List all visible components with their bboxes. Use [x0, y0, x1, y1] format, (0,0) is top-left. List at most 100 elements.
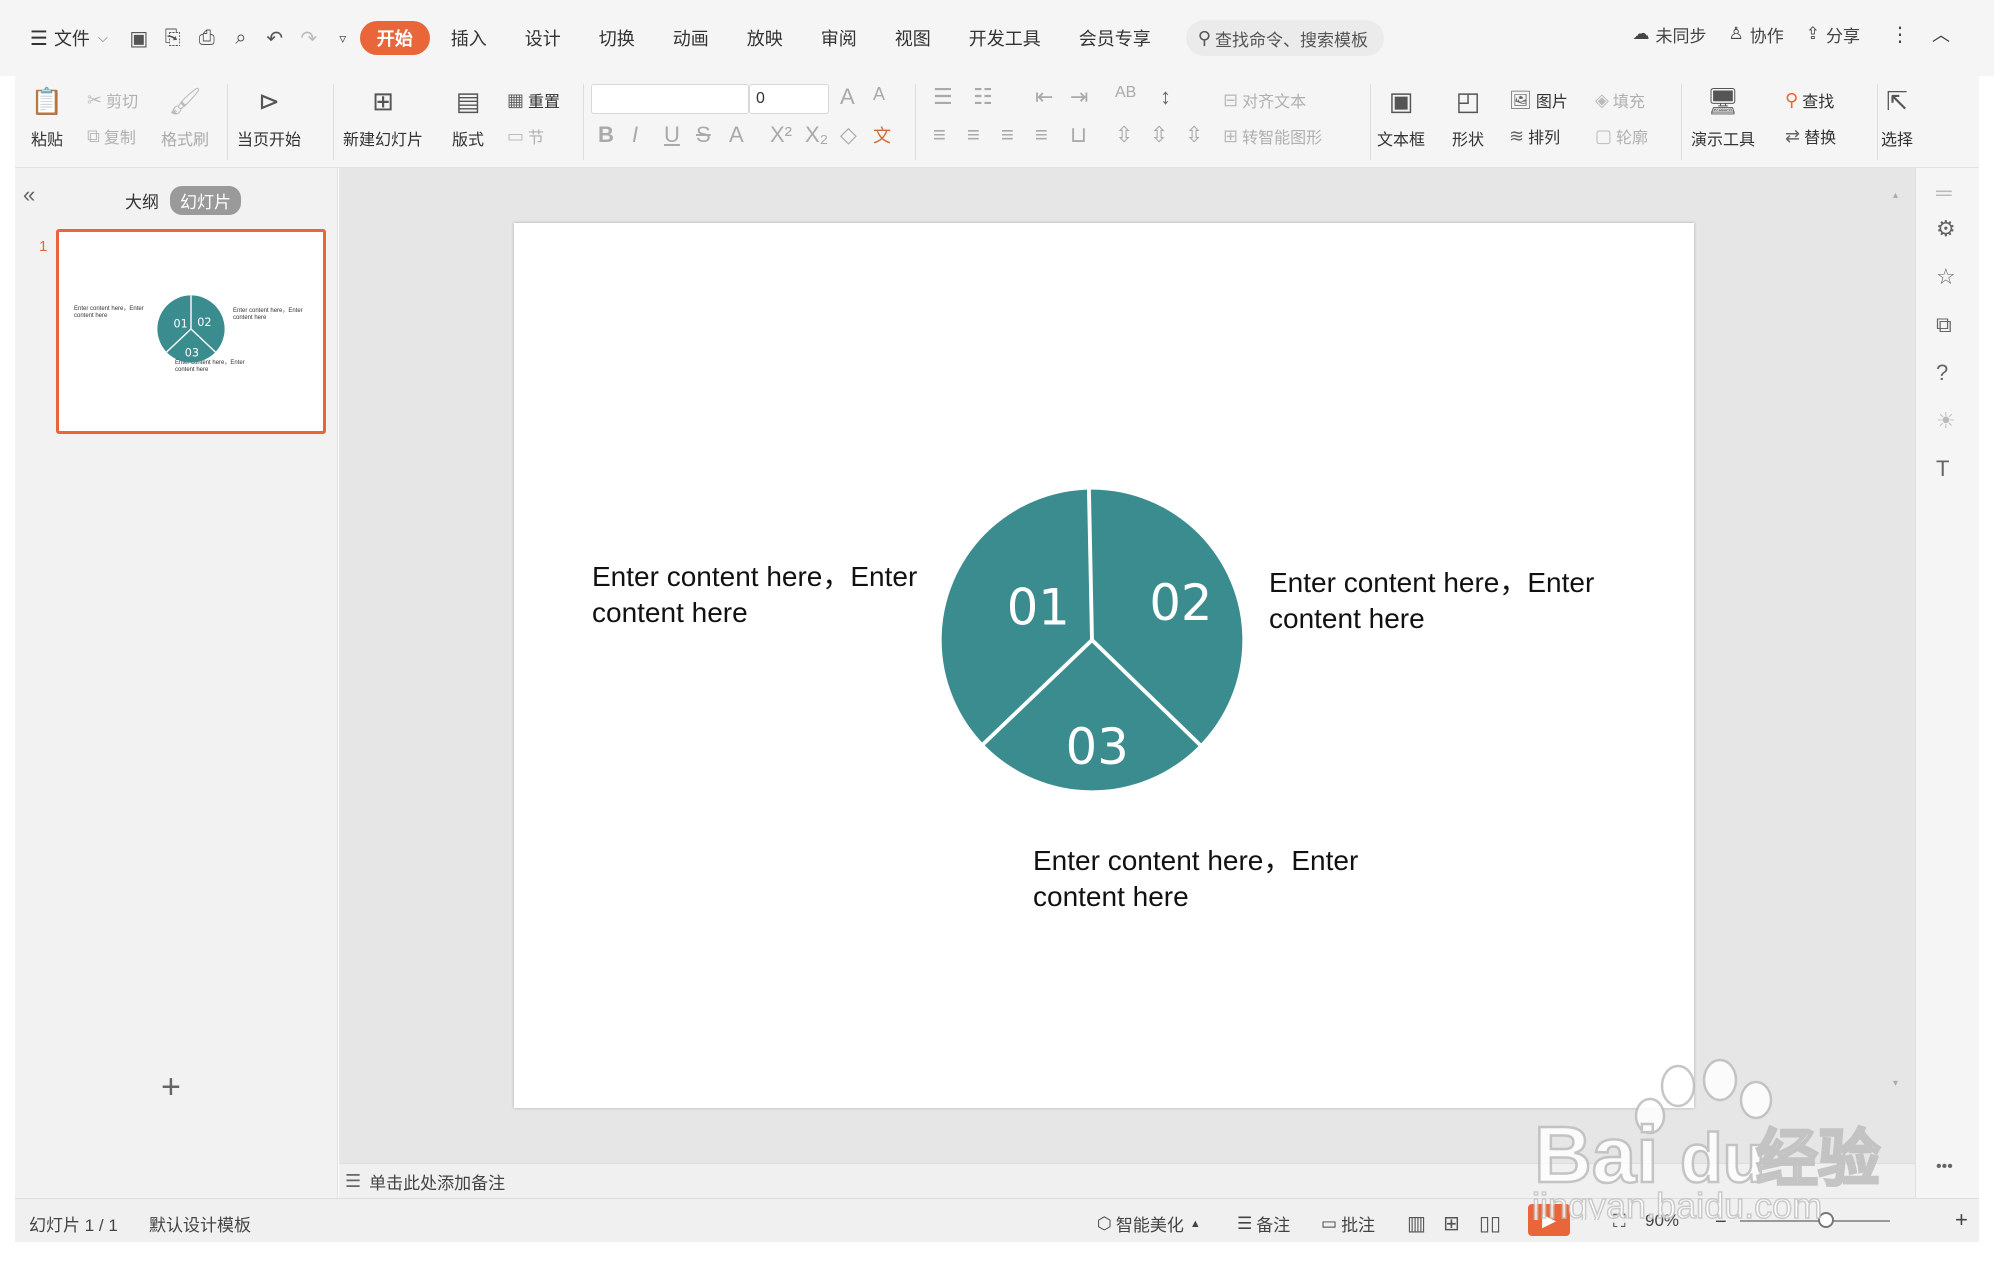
increase-font-icon[interactable]: A — [840, 84, 855, 110]
print-icon[interactable]: ⎙ — [190, 21, 224, 55]
thumb-text-right: Enter content here，Enter content here — [233, 308, 303, 321]
more-menu-icon[interactable]: ⋮ — [1890, 22, 1910, 47]
tab-slideshow[interactable]: 放映 — [730, 21, 800, 55]
adjust-icon[interactable]: ⚙ — [1936, 216, 1956, 242]
help-icon[interactable]: ? — [1936, 360, 1948, 386]
tab-insert[interactable]: 插入 — [434, 21, 504, 55]
normal-view-icon[interactable]: ▥ — [1407, 1211, 1426, 1236]
layout-button[interactable]: ▤ 版式 — [450, 84, 486, 150]
tab-slides[interactable]: 幻灯片 — [170, 186, 241, 215]
comments-toggle[interactable]: ▭ 批注 — [1321, 1211, 1375, 1236]
strikethrough-icon[interactable]: S — [696, 122, 711, 148]
paragraph-spacing-icon[interactable]: ⇳ — [1115, 122, 1133, 148]
present-tools-button[interactable]: 🖥 演示工具 — [1691, 84, 1755, 150]
select-button[interactable]: ⇱ 选择 — [1879, 84, 1915, 150]
slide-thumbnail[interactable]: Enter content here，Enter content here En… — [56, 229, 326, 434]
align-left-icon[interactable]: ≡ — [933, 122, 946, 148]
justify-icon[interactable]: ≡ — [1035, 122, 1048, 148]
tab-home[interactable]: 开始 — [359, 21, 430, 55]
distribute-icon[interactable]: ⊔ — [1070, 122, 1087, 148]
new-slide-button[interactable]: ⊞ 新建幻灯片 — [343, 84, 423, 150]
lightbulb-icon[interactable]: ☀ — [1936, 408, 1956, 434]
subscript-icon[interactable]: X₂ — [805, 122, 828, 148]
column-icon[interactable]: ⇳ — [1150, 122, 1168, 148]
pinyin-icon[interactable]: 文 — [873, 122, 891, 148]
save-icon[interactable]: ▣ — [122, 21, 156, 55]
align-right-icon[interactable]: ≡ — [1001, 122, 1014, 148]
convert-smartart-button[interactable]: ⊞ 转智能图形 — [1223, 124, 1322, 148]
line-spacing-more-icon[interactable]: ⇳ — [1185, 122, 1203, 148]
numbered-list-icon[interactable]: ☷ — [973, 84, 993, 110]
underline-icon[interactable]: U — [664, 122, 680, 148]
italic-icon[interactable]: I — [632, 122, 638, 148]
shape-button[interactable]: ◰ 形状 — [1450, 84, 1486, 150]
add-slide-icon[interactable]: + — [161, 1068, 181, 1107]
customize-toolbar-icon[interactable]: ▿ — [326, 21, 360, 55]
collapse-ribbon-icon[interactable]: ︿ — [1932, 21, 1950, 47]
text-bottom[interactable]: Enter content here，Enter content here — [1033, 843, 1358, 915]
collab-button[interactable]: ♙ 协作 — [1729, 22, 1784, 47]
increase-indent-icon[interactable]: ⇥ — [1070, 84, 1088, 110]
replace-button[interactable]: ⇄ 替换 — [1785, 124, 1836, 148]
play-current-button[interactable]: ⊳ 当页开始 — [237, 84, 301, 150]
tab-review[interactable]: 审阅 — [804, 21, 874, 55]
reset-button[interactable]: ▦ 重置 — [507, 88, 560, 112]
picture-button[interactable]: 🖼 图片 — [1509, 88, 1568, 112]
redo-icon[interactable]: ↷ — [292, 21, 326, 55]
undo-icon[interactable]: ↶ — [258, 21, 292, 55]
text-direction-icon[interactable]: AB — [1115, 84, 1136, 102]
decrease-font-icon[interactable]: A — [873, 84, 885, 105]
vertical-scrollbar[interactable]: ▴ ▾ — [1891, 178, 1901, 1148]
decrease-indent-icon[interactable]: ⇤ — [1035, 84, 1053, 110]
watermark-url: jingyan.baidu.com — [1531, 1185, 1822, 1220]
pie-diagram[interactable]: 01 02 03 — [937, 485, 1247, 795]
font-name-input[interactable] — [591, 84, 749, 114]
slides-icon[interactable]: ⧉ — [1936, 312, 1952, 338]
cut-button[interactable]: ✂ 剪切 — [87, 88, 138, 112]
sync-button[interactable]: ☁ 未同步 — [1633, 22, 1707, 47]
tab-view[interactable]: 视图 — [878, 21, 948, 55]
reading-view-icon[interactable]: ▯▯ — [1479, 1211, 1501, 1236]
tab-developer[interactable]: 开发工具 — [952, 21, 1058, 55]
line-spacing-icon[interactable]: ↕ — [1160, 84, 1171, 110]
tab-transitions[interactable]: 切换 — [582, 21, 652, 55]
font-size-input[interactable]: 0 — [749, 84, 829, 114]
file-menu[interactable]: ☰ 文件 ⌵ — [30, 25, 108, 51]
slide[interactable]: Enter content here，Enter content here En… — [514, 223, 1694, 1108]
text-left[interactable]: Enter content here，Enter content here — [592, 559, 917, 631]
bold-icon[interactable]: B — [598, 122, 614, 148]
align-center-icon[interactable]: ≡ — [967, 122, 980, 148]
eraser-icon[interactable]: ◇ — [840, 122, 857, 148]
smartart-icon: ⊞ — [1223, 125, 1239, 146]
star-icon[interactable]: ☆ — [1936, 264, 1956, 290]
grid-view-icon[interactable]: ⊞ — [1443, 1211, 1460, 1236]
share-button[interactable]: ⇪ 分享 — [1806, 22, 1860, 47]
tab-animations[interactable]: 动画 — [656, 21, 726, 55]
command-search[interactable]: ⚲ 查找命令、搜索模板 — [1185, 20, 1384, 56]
section-button[interactable]: ▭ 节 — [507, 124, 544, 148]
font-color-icon[interactable]: A — [729, 122, 744, 148]
notes-toggle[interactable]: ☰ 备注 — [1237, 1211, 1290, 1236]
export-icon[interactable]: ⎘ — [156, 21, 190, 55]
textbox-button[interactable]: ▣ 文本框 — [1377, 84, 1425, 150]
tab-design[interactable]: 设计 — [508, 21, 578, 55]
copy-button[interactable]: ⧉ 复制 — [87, 124, 136, 148]
collapse-pane-icon[interactable]: « — [23, 182, 35, 208]
text-right[interactable]: Enter content here，Enter content here — [1269, 565, 1594, 637]
smart-beautify-button[interactable]: ⬡ 智能美化 ▲ — [1097, 1211, 1201, 1236]
align-text-button[interactable]: ⊟ 对齐文本 — [1223, 88, 1306, 112]
print-preview-icon[interactable]: ⌕ — [224, 21, 258, 55]
zoom-slider-track[interactable] — [1740, 1220, 1890, 1222]
paste-button[interactable]: 📋 粘贴 — [29, 84, 65, 150]
outline-button[interactable]: ▢ 轮廓 — [1595, 124, 1648, 148]
superscript-icon[interactable]: X² — [770, 122, 792, 148]
bullet-list-icon[interactable]: ☰ — [933, 84, 953, 110]
format-painter-button[interactable]: 🖌 格式刷 — [161, 84, 209, 150]
find-button[interactable]: ⚲ 查找 — [1785, 88, 1834, 112]
arrange-button[interactable]: ≋ 排列 — [1509, 124, 1560, 148]
tab-member[interactable]: 会员专享 — [1062, 21, 1168, 55]
fill-button[interactable]: ◈ 填充 — [1595, 88, 1645, 112]
template-name[interactable]: 默认设计模板 — [149, 1211, 251, 1236]
tab-outline[interactable]: 大纲 — [115, 186, 169, 215]
text-tool-icon[interactable]: T — [1936, 456, 1949, 482]
